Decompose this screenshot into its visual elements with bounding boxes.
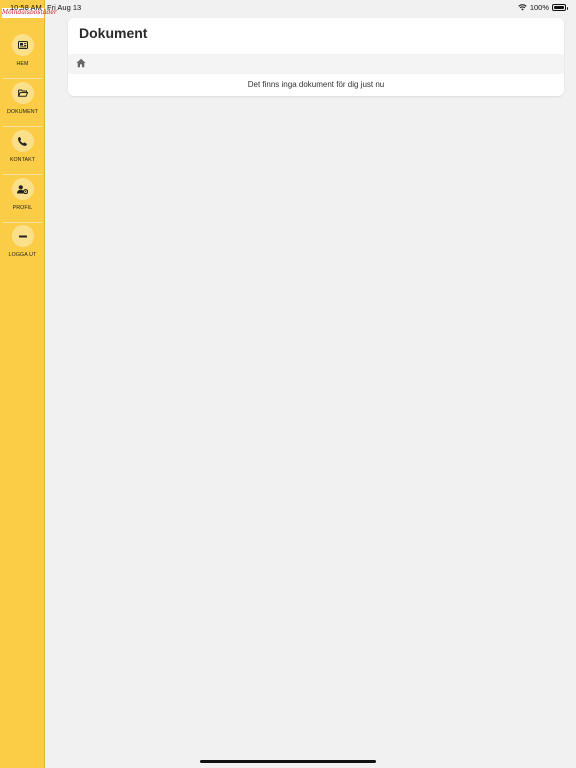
documents-card: Dokument Det finns inga dokument för dig… bbox=[68, 18, 564, 96]
folder-open-icon bbox=[11, 82, 34, 104]
battery-percent: 100% bbox=[529, 3, 549, 12]
sidebar-item-profil[interactable]: PROFIL bbox=[0, 178, 45, 220]
divider bbox=[3, 222, 42, 223]
minus-icon bbox=[11, 225, 34, 247]
page-title: Dokument bbox=[79, 25, 148, 41]
sidebar-item-logga-ut[interactable]: LOGGA UT bbox=[0, 225, 45, 267]
id-card-icon bbox=[11, 34, 34, 56]
sidebar-item-kontakt[interactable]: KONTAKT bbox=[0, 130, 45, 172]
breadcrumb bbox=[68, 54, 564, 74]
phone-icon bbox=[11, 130, 34, 152]
status-right: 100% bbox=[518, 3, 568, 12]
sidebar-item-label: DOKUMENT bbox=[6, 109, 39, 115]
wifi-icon bbox=[518, 4, 527, 11]
sidebar-item-label: HEM bbox=[16, 61, 29, 67]
sidebar-item-label: KONTAKT bbox=[9, 157, 36, 163]
home-icon[interactable] bbox=[76, 58, 86, 68]
status-bar: 10:58 AM Fri Aug 13 100% bbox=[0, 0, 576, 14]
sidebar-item-dokument[interactable]: DOKUMENT bbox=[0, 82, 45, 124]
battery-icon bbox=[552, 4, 568, 11]
divider bbox=[3, 78, 42, 79]
sidebar-item-label: PROFIL bbox=[12, 205, 33, 211]
status-time: 10:58 AM bbox=[10, 3, 42, 12]
sidebar: Mölndalsbostäder HEM DOKUMENT KONTAKT PR… bbox=[0, 0, 57, 768]
sidebar-item-label: LOGGA UT bbox=[8, 252, 37, 258]
status-date: Fri Aug 13 bbox=[47, 3, 82, 12]
home-indicator bbox=[200, 760, 376, 763]
divider bbox=[3, 126, 42, 127]
user-gear-icon bbox=[11, 178, 34, 200]
divider bbox=[3, 174, 42, 175]
sidebar-item-hem[interactable]: HEM bbox=[0, 34, 45, 76]
empty-state-message: Det finns inga dokument för dig just nu bbox=[247, 80, 385, 89]
